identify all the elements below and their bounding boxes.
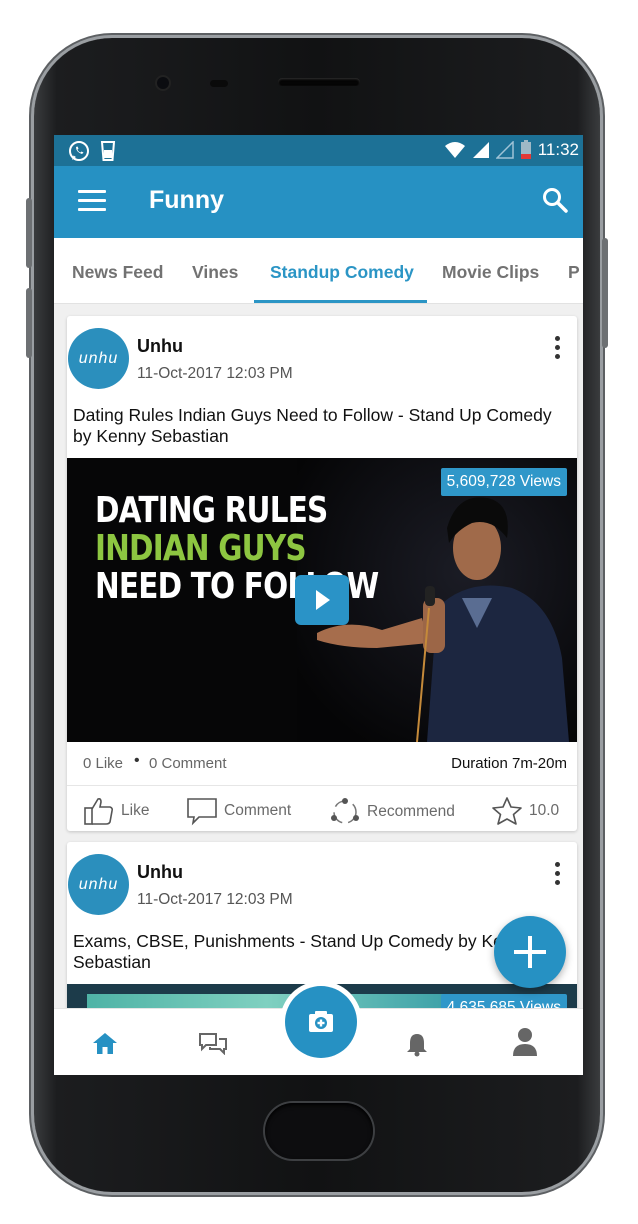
more-options-icon[interactable] (555, 336, 561, 363)
bell-icon[interactable] (405, 1031, 429, 1057)
sensor (210, 80, 228, 87)
page-title: Funny (149, 186, 224, 214)
tab-more[interactable]: P (568, 262, 580, 283)
comment-icon (187, 798, 217, 826)
menu-icon[interactable] (78, 190, 106, 212)
play-button[interactable] (295, 575, 349, 625)
whatsapp-icon (69, 141, 89, 161)
status-bar: 11:32 (54, 135, 583, 166)
recommend-label: Recommend (367, 803, 455, 820)
cup-icon (100, 141, 116, 161)
app-bar: Funny (54, 166, 583, 238)
comment-count: 0 Comment (149, 755, 227, 772)
home-icon[interactable] (92, 1031, 118, 1055)
wifi-icon (444, 142, 465, 158)
video-thumbnail[interactable]: DATING RULES INDIAN GUYS NEED TO FOLLOW … (67, 458, 577, 742)
tab-bar: News Feed Vines Standup Comedy Movie Cli… (54, 238, 583, 304)
home-button[interactable] (265, 1103, 373, 1159)
like-label: Like (121, 802, 150, 819)
more-options-icon[interactable] (555, 862, 561, 889)
post-date: 11-Oct-2017 12:03 PM (137, 891, 293, 908)
post-date: 11-Oct-2017 12:03 PM (137, 365, 293, 382)
profile-icon[interactable] (512, 1027, 538, 1057)
thumbs-up-icon (84, 798, 114, 825)
plus-icon (514, 936, 546, 968)
tab-news-feed[interactable]: News Feed (72, 262, 163, 283)
play-icon (316, 590, 330, 610)
like-button[interactable]: Like (83, 796, 149, 826)
earpiece-speaker (278, 78, 360, 86)
post-author[interactable]: Unhu (137, 336, 183, 357)
post-author[interactable]: Unhu (137, 862, 183, 883)
search-icon[interactable] (541, 186, 569, 214)
stats-separator: • (134, 752, 140, 769)
volume-button (26, 198, 32, 268)
tab-vines[interactable]: Vines (192, 262, 238, 283)
post-card: unhu Unhu 11-Oct-2017 12:03 PM Dating Ru… (67, 316, 577, 831)
star-icon (492, 797, 522, 825)
thumb-text-line-2: INDIAN GUYS (95, 528, 307, 569)
rating-value: 10.0 (529, 802, 560, 819)
signal-2-icon (495, 141, 514, 159)
like-count: 0 Like (83, 755, 124, 772)
tab-movie-clips[interactable]: Movie Clips (442, 262, 539, 283)
post-title[interactable]: Dating Rules Indian Guys Need to Follow … (73, 405, 571, 447)
camera-upload-button[interactable] (285, 986, 357, 1058)
duration: Duration 7m-20m (451, 755, 567, 772)
signal-icon (472, 142, 489, 158)
post-actions: Like Comment Recommend 10.0 (67, 786, 577, 832)
avatar[interactable]: unhu (68, 328, 129, 389)
comment-button[interactable]: Comment (186, 796, 291, 826)
power-button (602, 238, 608, 348)
thumb-text-line-1: DATING RULES (95, 490, 328, 531)
recommend-button[interactable]: Recommend (329, 796, 455, 828)
front-camera (157, 77, 169, 89)
recommend-icon (331, 798, 359, 824)
battery-icon (520, 140, 531, 159)
status-time: 11:32 (537, 140, 579, 159)
rating-button[interactable]: 10.0 (491, 796, 559, 826)
active-tab-indicator (254, 300, 427, 303)
app-screen: 11:32 Funny News Feed Vines Standup Come… (54, 135, 583, 1075)
camera-icon (309, 1011, 333, 1032)
tab-standup-comedy[interactable]: Standup Comedy (270, 262, 414, 283)
add-post-button[interactable] (494, 916, 566, 988)
views-badge: 5,609,728 Views (440, 468, 567, 496)
post-stats: 0 Like • 0 Comment Duration 7m-20m (67, 742, 577, 786)
chat-icon[interactable] (197, 1031, 229, 1055)
avatar[interactable]: unhu (68, 854, 129, 915)
volume-button-2 (26, 288, 32, 358)
comment-label: Comment (224, 802, 292, 819)
